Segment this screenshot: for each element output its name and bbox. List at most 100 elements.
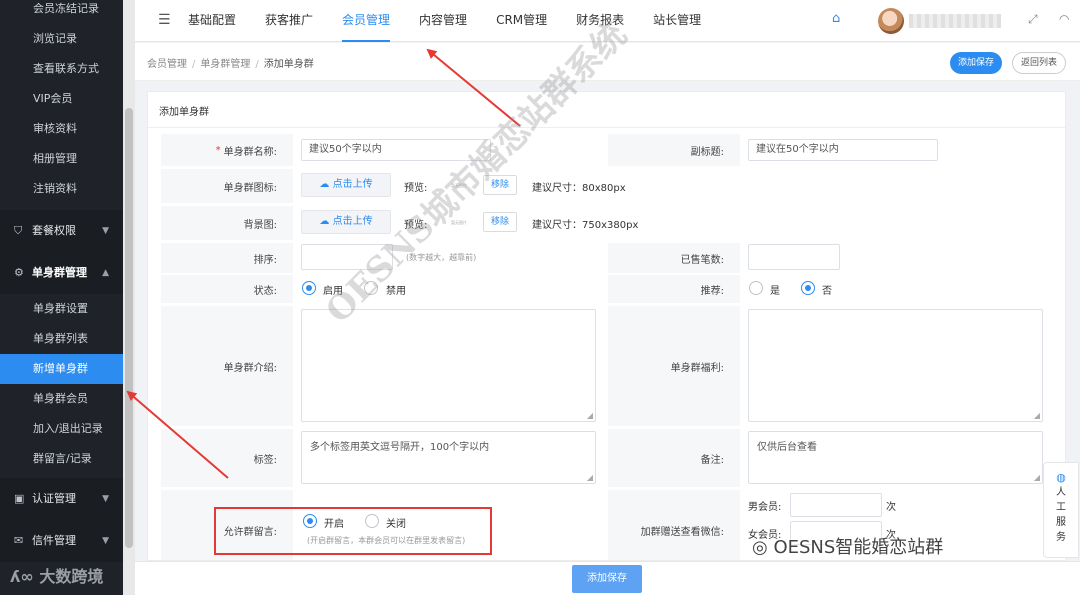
name-label-text: 单身群名称: xyxy=(223,146,277,158)
welfare-label: 单身群福利: xyxy=(608,306,740,426)
remove-bg-button[interactable]: 移除 xyxy=(483,212,517,232)
headset-icon[interactable]: ◠ xyxy=(1059,12,1069,26)
preview-thumbnail: 暂无图片 xyxy=(451,220,467,225)
watermark-logo-icon: ʎ∞ xyxy=(10,567,40,586)
chevron-down-icon: ▼ xyxy=(102,536,109,546)
sidebar-group-label: 认证管理 xyxy=(32,492,76,505)
breadcrumb-item[interactable]: 会员管理 xyxy=(147,59,187,70)
sidebar-item-browse-records[interactable]: 浏览记录 xyxy=(0,24,123,54)
save-button-top[interactable]: 添加保存 xyxy=(950,52,1002,74)
breadcrumb-item[interactable]: 单身群管理 xyxy=(200,59,250,70)
sold-label: 已售笔数: xyxy=(608,243,740,273)
sidebar-item-singles-settings[interactable]: 单身群设置 xyxy=(0,294,123,324)
tab-content-management[interactable]: 内容管理 xyxy=(419,0,467,42)
icon-size-hint: 建议尺寸：80x80px xyxy=(532,183,626,194)
recommend-no-radio[interactable] xyxy=(801,281,815,295)
card-title: 添加单身群 xyxy=(159,107,209,118)
status-disable-radio[interactable] xyxy=(364,281,378,295)
breadcrumb-separator: / xyxy=(255,59,259,70)
sidebar-item-review[interactable]: 审核资料 xyxy=(0,114,123,144)
sidebar-item-singles-members[interactable]: 单身群会员 xyxy=(0,384,123,414)
resize-grip-icon[interactable]: ◢ xyxy=(587,473,593,482)
chevron-down-icon: ▼ xyxy=(102,226,109,236)
tab-webmaster[interactable]: 站长管理 xyxy=(653,0,701,42)
upload-icon-button[interactable]: ☁ 点击上传 xyxy=(301,173,391,197)
home-icon[interactable]: ⌂ xyxy=(832,11,848,27)
watermark-right: ◎ OESNS智能婚恋站群 xyxy=(752,533,943,559)
recommend-yes-radio[interactable] xyxy=(749,281,763,295)
sidebar-group-singles[interactable]: ⚙ 单身群管理 ▲ xyxy=(0,252,123,294)
status-enable-radio[interactable] xyxy=(302,281,316,295)
chevron-up-icon: ▲ xyxy=(102,268,109,278)
watermark-corner-text: 大数跨境 xyxy=(39,567,104,586)
sidebar-scrollbar[interactable] xyxy=(123,0,135,595)
male-member-input[interactable] xyxy=(790,493,882,517)
watermark-corner: ʎ∞ 大数跨境 xyxy=(10,563,103,587)
sidebar-item-vip[interactable]: VIP会员 xyxy=(0,84,123,114)
bg-label: 背景图: xyxy=(161,206,293,240)
menu-toggle-icon[interactable]: ☰ xyxy=(158,12,171,28)
top-navbar: ☰ 基础配置 获客推广 会员管理 内容管理 CRM管理 财务报表 站长管理 ⌂ … xyxy=(135,0,1080,42)
note-textarea[interactable]: 仅供后台查看 ◢ xyxy=(748,431,1043,484)
chat-icon: ◍ xyxy=(1056,471,1066,484)
tab-basic-config[interactable]: 基础配置 xyxy=(188,0,236,42)
back-to-list-button[interactable]: 返回列表 xyxy=(1012,52,1066,74)
tab-member-management[interactable]: 会员管理 xyxy=(342,0,391,42)
sort-label: 排序: xyxy=(161,243,293,273)
status-label: 状态: xyxy=(161,275,293,303)
sidebar-item-frozen-records[interactable]: 会员冻结记录 xyxy=(0,0,123,17)
resize-grip-icon[interactable]: ◢ xyxy=(587,411,593,420)
tab-acquisition[interactable]: 获客推广 xyxy=(265,0,313,42)
male-member-label: 男会员: xyxy=(748,502,782,513)
sidebar-group-package[interactable]: ⛉ 套餐权限 ▼ xyxy=(0,210,123,252)
username-blurred[interactable] xyxy=(909,14,1001,28)
sidebar-group-auth[interactable]: ▣ 认证管理 ▼ xyxy=(0,478,123,520)
sidebar-group-mail[interactable]: ✉ 信件管理 ▼ xyxy=(0,520,123,562)
service-char: 务 xyxy=(1056,532,1066,543)
sidebar-item-cancel[interactable]: 注销资料 xyxy=(0,174,123,204)
breadcrumb: 会员管理 / 单身群管理 / 添加单身群 xyxy=(147,55,314,70)
sidebar-group-label: 单身群管理 xyxy=(32,266,87,279)
tab-crm[interactable]: CRM管理 xyxy=(496,0,547,42)
sidebar-group-label: 信件管理 xyxy=(32,534,76,547)
customer-service-float[interactable]: ◍ 人 工 服 务 xyxy=(1043,462,1079,558)
intro-textarea[interactable]: ◢ xyxy=(301,309,596,422)
tags-textarea[interactable]: 多个标签用英文逗号隔开，100个字以内 ◢ xyxy=(301,431,596,484)
name-input[interactable]: 建议50个字以内 xyxy=(301,139,491,161)
subtitle-input[interactable]: 建议在50个字以内 xyxy=(748,139,938,161)
sort-input[interactable] xyxy=(301,244,393,270)
avatar[interactable] xyxy=(878,8,904,34)
cloud-upload-icon: ☁ xyxy=(319,179,330,190)
sidebar-group-label: 套餐权限 xyxy=(32,224,76,237)
service-char: 服 xyxy=(1056,517,1066,528)
chevron-down-icon: ▼ xyxy=(102,494,109,504)
gear-icon: ⚙ xyxy=(14,266,24,279)
cloud-upload-icon: ☁ xyxy=(319,216,330,227)
upload-label: 点击上传 xyxy=(332,179,373,190)
mail-icon: ✉ xyxy=(14,534,24,547)
sidebar-item-view-contact[interactable]: 查看联系方式 xyxy=(0,54,123,84)
bottom-bar: 添加保存 xyxy=(135,561,1080,595)
remove-icon-button[interactable]: 移除 xyxy=(483,175,517,195)
resize-grip-icon[interactable]: ◢ xyxy=(1034,473,1040,482)
fullscreen-icon[interactable]: ⤢ xyxy=(1028,12,1038,27)
recommend-label: 推荐: xyxy=(608,275,740,303)
bg-size-hint: 建议尺寸：750x380px xyxy=(532,220,639,231)
tab-finance[interactable]: 财务报表 xyxy=(576,0,624,42)
top-nav: 基础配置 获客推广 会员管理 内容管理 CRM管理 财务报表 站长管理 xyxy=(188,0,730,42)
sold-input[interactable] xyxy=(748,244,840,270)
status-enable-label: 启用 xyxy=(323,286,343,297)
sidebar-item-new-singles-group[interactable]: 新增单身群 xyxy=(0,354,123,384)
upload-label: 点击上传 xyxy=(332,216,373,227)
shield-icon: ⛉ xyxy=(14,224,23,237)
breadcrumb-bar: 会员管理 / 单身群管理 / 添加单身群 添加保存 返回列表 xyxy=(135,43,1080,81)
scrollbar-thumb[interactable] xyxy=(125,108,133,548)
sidebar-item-album[interactable]: 相册管理 xyxy=(0,144,123,174)
upload-bg-button[interactable]: ☁ 点击上传 xyxy=(301,210,391,234)
sidebar-item-singles-list[interactable]: 单身群列表 xyxy=(0,324,123,354)
sidebar-item-group-messages[interactable]: 群留言/记录 xyxy=(0,444,123,474)
sidebar-item-join-exit[interactable]: 加入/退出记录 xyxy=(0,414,123,444)
save-button-bottom[interactable]: 添加保存 xyxy=(572,565,642,593)
resize-grip-icon[interactable]: ◢ xyxy=(1034,411,1040,420)
welfare-textarea[interactable]: ◢ xyxy=(748,309,1043,422)
